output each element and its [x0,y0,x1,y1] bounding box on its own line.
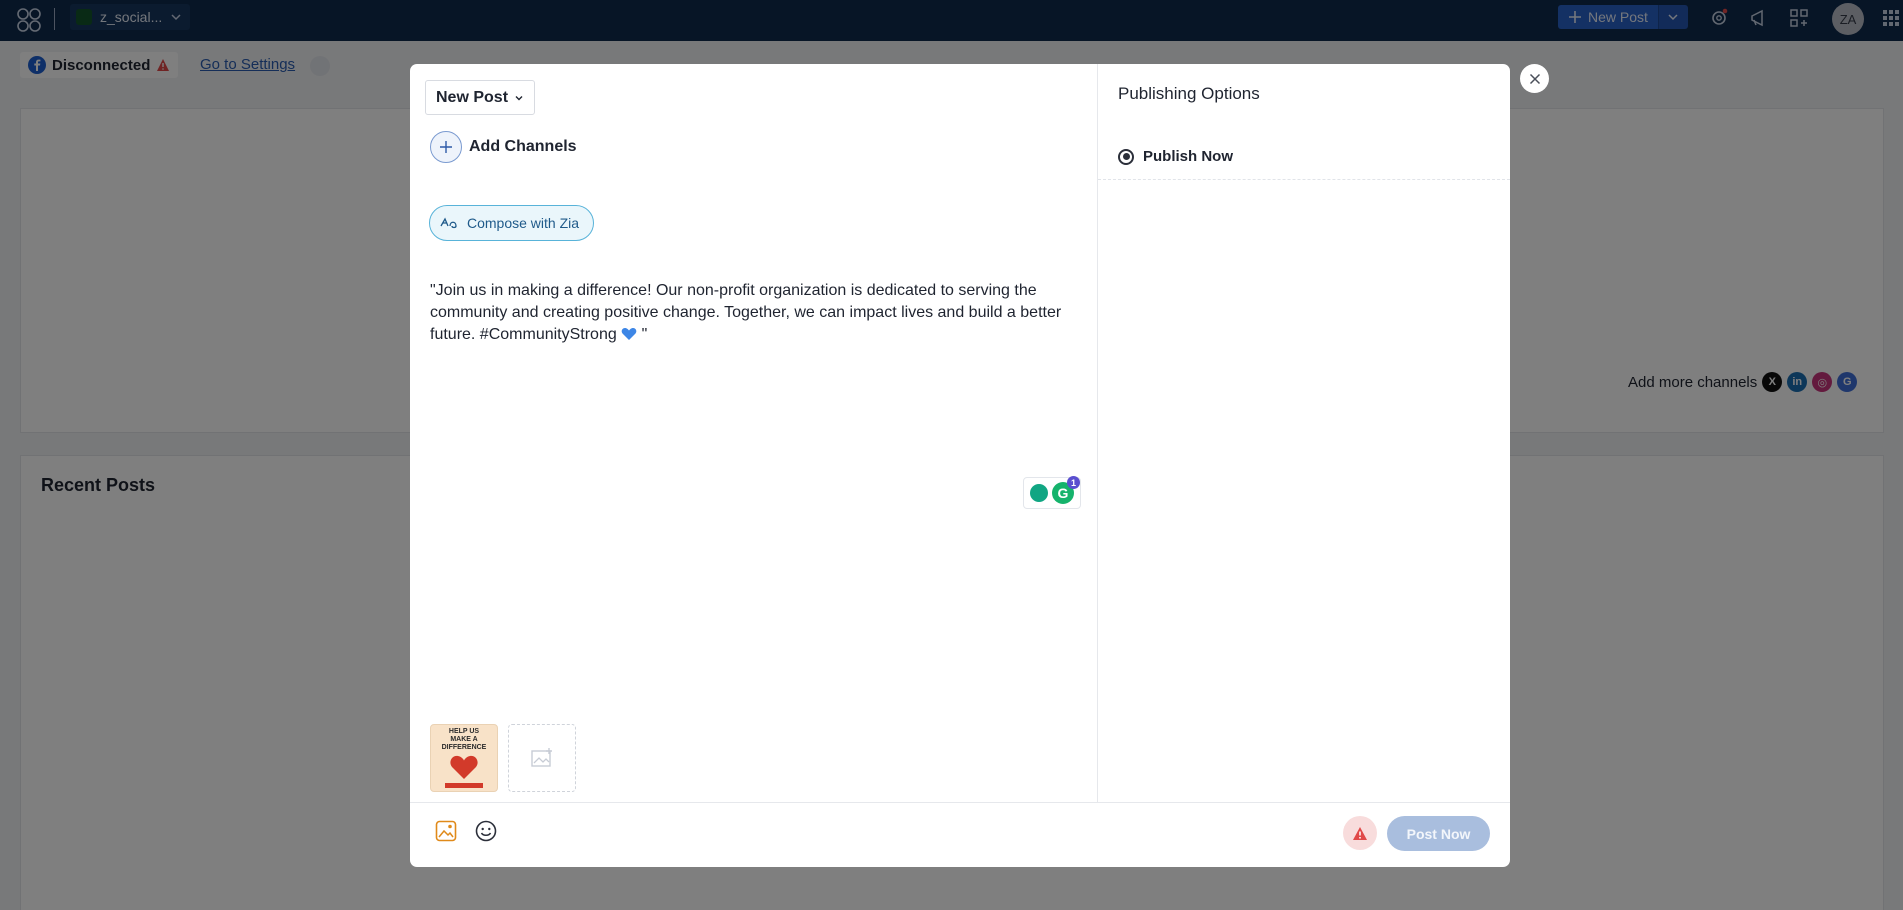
add-channels-label: Add Channels [469,138,577,155]
compose-with-zia-label: Compose with Zia [467,215,580,231]
lightbulb-icon[interactable] [1030,484,1048,502]
grammarly-icon[interactable]: G 1 [1052,476,1080,504]
post-type-label: New Post [436,88,509,106]
compose-with-zia-button[interactable]: Compose with Zia [429,205,595,241]
attached-image-thumbnail[interactable]: HELP US MAKE A DIFFERENCE [430,724,498,792]
media-upload-icon[interactable] [434,819,458,843]
blue-heart-emoji-icon [621,327,637,340]
add-media-slot[interactable] [508,724,576,792]
heart-icon [450,755,478,779]
post-type-dropdown[interactable]: New Post [425,80,536,115]
add-channels-button[interactable]: Add Channels [430,131,577,163]
close-icon [1529,73,1540,84]
warning-icon [1353,826,1367,840]
image-add-icon [531,748,552,767]
zia-icon [440,217,457,229]
composer-pane: New Post Add Channels Compose with Zia "… [410,64,1098,802]
publish-now-label: Publish Now [1143,148,1233,165]
publish-now-radio[interactable] [1118,148,1134,165]
post-now-button[interactable]: Post Now [1387,816,1490,851]
new-post-modal: New Post Add Channels Compose with Zia "… [410,64,1510,867]
grammarly-badge: 1 [1067,476,1080,489]
plus-icon [430,131,462,163]
post-text-editor[interactable]: "Join us in making a difference! Our non… [430,280,1080,346]
thumbnail-banner [445,783,483,788]
validation-warning-button[interactable] [1343,816,1377,850]
chevron-down-icon [515,95,523,100]
publish-now-option[interactable]: Publish Now [1098,134,1510,180]
publishing-options-title: Publishing Options [1118,84,1260,103]
thumbnail-text: HELP US MAKE A DIFFERENCE [441,728,487,751]
post-text-end: " [637,326,648,343]
emoji-icon[interactable] [474,819,498,843]
grammarly-widget[interactable]: G 1 [1023,476,1081,509]
close-modal-button[interactable] [1520,64,1549,93]
post-text-content: "Join us in making a difference! Our non… [430,282,1062,343]
publishing-options-pane: Publishing Options Publish Now [1098,64,1510,802]
modal-footer: Post Now [410,802,1510,867]
